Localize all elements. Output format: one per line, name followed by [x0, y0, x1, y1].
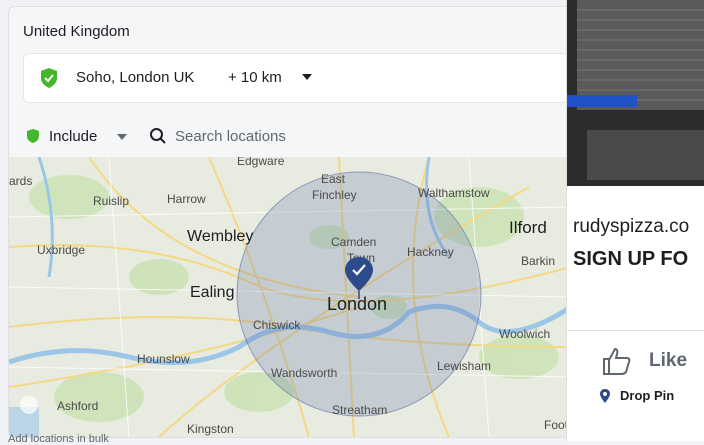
map-label: Barkin	[521, 254, 555, 268]
map-label: Chiswick	[253, 318, 301, 332]
map-label: Lewisham	[437, 359, 491, 373]
drop-pin-icon	[600, 389, 610, 403]
map-label: Streatham	[332, 403, 387, 417]
map-label: Ealing	[190, 284, 234, 301]
include-pin-icon	[27, 129, 39, 143]
like-button[interactable]: Like	[601, 344, 701, 380]
map-label: Walthamstow	[418, 186, 490, 200]
map-label: Finchley	[312, 188, 357, 202]
chevron-down-icon[interactable]	[302, 74, 312, 80]
map-control-icon[interactable]	[20, 396, 38, 414]
search-locations-input[interactable]	[175, 125, 555, 147]
map-label: Hackney	[407, 245, 454, 259]
country-label: United Kingdom	[23, 23, 130, 40]
location-targeting-panel: United Kingdom Soho, London UK + 10 km I…	[8, 6, 572, 438]
map-label: Ruislip	[93, 194, 129, 208]
map-label: Hounslow	[137, 352, 190, 366]
map-label: Ilford	[509, 218, 547, 237]
like-label: Like	[649, 350, 688, 371]
map-label: East	[321, 172, 346, 186]
selected-location-name: Soho, London UK	[76, 69, 195, 86]
ad-image	[567, 0, 704, 186]
radius-dropdown[interactable]: + 10 km	[228, 69, 282, 86]
map-label: Ashford	[57, 399, 98, 413]
drop-pin-label: Drop Pin	[620, 388, 675, 403]
map-label: Harrow	[167, 192, 206, 206]
map-label: London	[327, 294, 387, 314]
map-canvas[interactable]: Edgware ards Ruislip Harrow East Finchle…	[9, 157, 571, 437]
map-label: Wandsworth	[271, 366, 337, 380]
map-label: Uxbridge	[37, 243, 85, 257]
ad-domain: rudyspizza.co	[573, 216, 690, 237]
ad-cta-headline: SIGN UP FO	[573, 248, 689, 270]
location-pin-icon	[41, 68, 57, 88]
include-dropdown[interactable]: Include	[49, 128, 97, 145]
selected-location-row[interactable]: Soho, London UK + 10 km	[23, 53, 571, 103]
map-label: Kingston	[187, 422, 234, 436]
divider	[567, 330, 704, 331]
chevron-down-icon[interactable]	[117, 134, 127, 140]
map-label: Woolwich	[499, 327, 550, 341]
search-icon	[150, 128, 166, 144]
ad-preview: rudyspizza.co SIGN UP FO Like	[566, 0, 704, 441]
map-label: Edgware	[237, 157, 285, 168]
map-label: ards	[9, 174, 32, 188]
map-label: Wembley	[187, 228, 253, 245]
ad-photo-graphic	[567, 0, 704, 186]
location-filter-row: Include	[9, 117, 571, 157]
map-label: Camden	[331, 235, 376, 249]
add-locations-bulk-link[interactable]: Add locations in bulk	[8, 433, 109, 445]
map-view[interactable]: Edgware ards Ruislip Harrow East Finchle…	[9, 157, 571, 437]
thumbs-up-icon	[603, 347, 631, 375]
